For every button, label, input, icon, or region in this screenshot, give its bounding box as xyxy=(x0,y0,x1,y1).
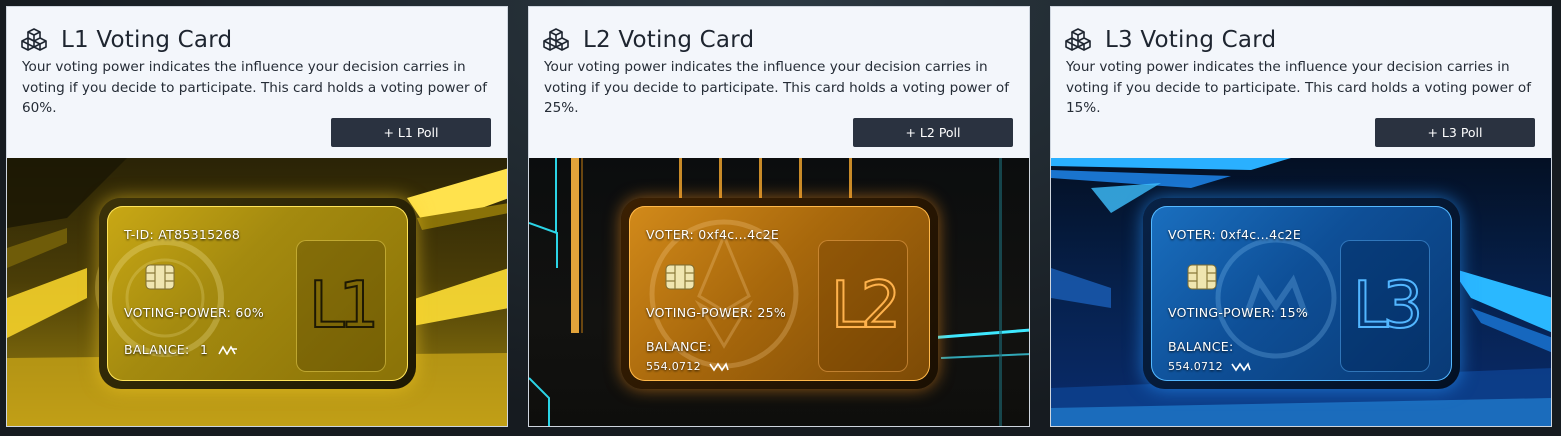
voting-card: VOTER: 0xf4c...4c2E VOTING-POWER: 15% BA… xyxy=(1143,198,1460,389)
chip-icon xyxy=(145,264,175,290)
title-row: L1 Voting Card xyxy=(21,27,232,53)
card-balance-label: BALANCE: xyxy=(124,342,190,357)
cube-icon xyxy=(543,28,569,51)
cube-icon xyxy=(21,28,47,51)
card-face: VOTER: 0xf4c...4c2E VOTING-POWER: 25% BA… xyxy=(629,206,930,381)
panel-description: Your voting power indicates the influenc… xyxy=(544,59,1010,116)
voting-card-panel-l2: L2 Voting Card Your voting power indicat… xyxy=(528,6,1030,427)
card-balance-value: 1 xyxy=(200,342,209,357)
tier-badge: L2 xyxy=(818,240,908,372)
title-row: L2 Voting Card xyxy=(543,27,754,53)
tier-label: L1 xyxy=(308,268,380,344)
card-balance-label: BALANCE: xyxy=(1168,339,1234,354)
panel-description: Your voting power indicates the influenc… xyxy=(22,59,488,116)
token-icon xyxy=(1231,362,1251,372)
chip-icon xyxy=(665,264,695,290)
card-voting-power: VOTING-POWER: 60% xyxy=(124,305,265,320)
panel-title: L1 Voting Card xyxy=(61,27,233,53)
tier-label: L2 xyxy=(830,268,902,344)
card-id-line: T-ID: AT85315268 xyxy=(124,227,241,242)
card-artwork: T-ID: AT85315268 VOTING-POWER: 60% BALAN… xyxy=(7,158,507,426)
card-voting-power: VOTING-POWER: 15% xyxy=(1168,305,1309,320)
token-icon xyxy=(709,362,729,372)
card-id-line: VOTER: 0xf4c...4c2E xyxy=(1168,227,1302,242)
panel-header: L2 Voting Card Your voting power indicat… xyxy=(529,7,1029,158)
card-artwork: VOTER: 0xf4c...4c2E VOTING-POWER: 25% BA… xyxy=(529,158,1029,426)
voting-card: T-ID: AT85315268 VOTING-POWER: 60% BALAN… xyxy=(99,198,416,389)
voting-card: VOTER: 0xf4c...4c2E VOTING-POWER: 25% BA… xyxy=(621,198,938,389)
card-face: VOTER: 0xf4c...4c2E VOTING-POWER: 15% BA… xyxy=(1151,206,1452,381)
title-row: L3 Voting Card xyxy=(1065,27,1276,53)
card-balance-label: BALANCE: xyxy=(646,339,712,354)
add-l3-poll-button[interactable]: + L3 Poll xyxy=(1375,118,1535,147)
card-balance-value: 554.0712 xyxy=(1168,360,1223,373)
card-balance-value: 554.0712 xyxy=(646,360,701,373)
tier-badge: L1 xyxy=(296,240,386,372)
card-artwork: VOTER: 0xf4c...4c2E VOTING-POWER: 15% BA… xyxy=(1051,158,1551,426)
panel-description: Your voting power indicates the influenc… xyxy=(1066,59,1532,116)
add-l2-poll-button[interactable]: + L2 Poll xyxy=(853,118,1013,147)
chip-icon xyxy=(1187,264,1217,290)
cube-icon xyxy=(1065,28,1091,51)
add-l1-poll-button[interactable]: + L1 Poll xyxy=(331,118,491,147)
panel-title: L3 Voting Card xyxy=(1105,27,1277,53)
panel-title: L2 Voting Card xyxy=(583,27,755,53)
token-icon xyxy=(218,345,237,355)
voting-card-panel-l1: L1 Voting Card Your voting power indicat… xyxy=(6,6,508,427)
card-voting-power: VOTING-POWER: 25% xyxy=(646,305,787,320)
card-id-line: VOTER: 0xf4c...4c2E xyxy=(646,227,780,242)
tier-badge: L3 xyxy=(1340,240,1430,372)
card-face: T-ID: AT85315268 VOTING-POWER: 60% BALAN… xyxy=(107,206,408,381)
tier-label: L3 xyxy=(1352,268,1424,344)
panel-header: L3 Voting Card Your voting power indicat… xyxy=(1051,7,1551,158)
panel-header: L1 Voting Card Your voting power indicat… xyxy=(7,7,507,158)
voting-card-panel-l3: L3 Voting Card Your voting power indicat… xyxy=(1050,6,1552,427)
